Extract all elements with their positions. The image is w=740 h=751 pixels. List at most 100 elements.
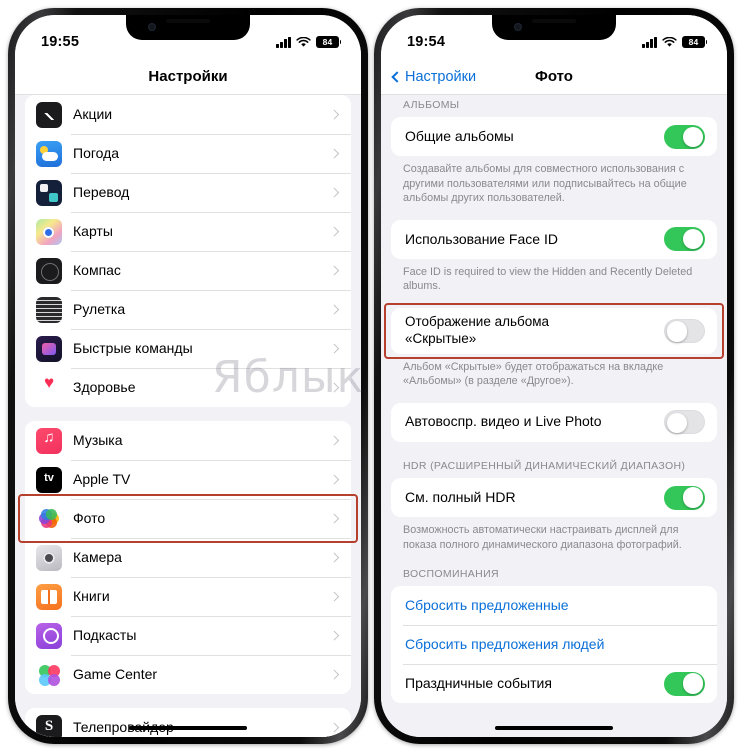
sidebar-item-label: Музыка [73, 431, 123, 448]
toggle-knob [666, 412, 688, 434]
sidebar-item-здоровье[interactable]: Здоровье [25, 368, 351, 407]
section-header: АЛЬБОМЫ [403, 99, 460, 111]
sidebar-item-погода[interactable]: Погода [25, 134, 351, 173]
left-nav-bar: Настройки [15, 59, 361, 95]
settings-row-сбросить-предложенные[interactable]: Сбросить предложенные [391, 586, 717, 626]
cellular-signal-icon [642, 36, 657, 48]
settings-row-label: Использование Face ID [405, 230, 558, 247]
sidebar-item-label: Подкасты [73, 626, 137, 643]
toggle-switch[interactable] [664, 410, 705, 435]
page-title: Фото [535, 68, 573, 85]
translate-app-icon [36, 179, 62, 206]
earpiece-speaker [166, 19, 210, 23]
settings-row-label: См. полный HDR [405, 488, 516, 505]
sidebar-item-акции[interactable]: Акции [25, 95, 351, 134]
chevron-right-icon [329, 148, 339, 159]
sidebar-item-камера[interactable]: Камера [25, 538, 351, 577]
sidebar-item-label: Фото [73, 509, 106, 526]
hidden-album-section: Отображение альбома «Скрытые» [391, 307, 717, 354]
hdr-section: См. полный HDR [391, 478, 717, 518]
sidebar-item-label: Рулетка [73, 300, 126, 317]
settings-row-праздничные-события[interactable]: Праздничные события [391, 664, 717, 704]
maps-app-icon [36, 218, 62, 245]
chevron-left-icon [391, 70, 403, 83]
right-status-time: 19:54 [407, 34, 446, 50]
sidebar-item-label: Камера [73, 548, 122, 565]
sidebar-item-label: Акции [73, 105, 113, 122]
chevron-right-icon [329, 435, 339, 446]
toggle-switch[interactable] [664, 227, 705, 252]
battery-icon: 84 [316, 36, 339, 48]
right-phone-frame: 19:54 84 Настройки Фото АЛЬБОМЫ Общие ал… [374, 8, 734, 744]
home-indicator[interactable] [495, 725, 613, 730]
earpiece-speaker [532, 19, 576, 23]
back-button[interactable]: Настройки [391, 68, 477, 85]
chevron-right-icon [329, 591, 339, 602]
sidebar-item-подкасты[interactable]: Подкасты [25, 616, 351, 655]
photos-settings-list[interactable]: АЛЬБОМЫ Общие альбомы Создавайте альбомы д… [381, 95, 727, 737]
sidebar-item-apple-tv[interactable]: Apple TV [25, 460, 351, 499]
chevron-right-icon [329, 382, 339, 393]
chevron-right-icon [329, 109, 339, 120]
cellular-signal-icon [276, 36, 291, 48]
memories-section: Сбросить предложенные Сбросить предложени… [391, 586, 717, 704]
autoplay-section: Автовоспр. видео и Live Photo [391, 402, 717, 442]
sidebar-item-перевод[interactable]: Перевод [25, 173, 351, 212]
sidebar-item-карты[interactable]: Карты [25, 212, 351, 251]
settings-row-сбросить-предложения-люд[interactable]: Сбросить предложения людей [391, 625, 717, 665]
chevron-right-icon [329, 552, 339, 563]
home-indicator[interactable] [129, 725, 247, 730]
sidebar-item-label: Карты [73, 222, 113, 239]
sidebar-item-телепровайдер[interactable]: Телепровайдер [25, 708, 351, 737]
sidebar-item-компас[interactable]: Компас [25, 251, 351, 290]
sidebar-item-книги[interactable]: Книги [25, 577, 351, 616]
settings-row-общие-альбомы[interactable]: Общие альбомы [391, 117, 717, 157]
sidebar-item-label: Перевод [73, 183, 130, 200]
settings-row-отображение-альбома-скр[interactable]: Отображение альбома «Скрытые» [391, 307, 717, 354]
settings-row-label: Общие альбомы [405, 128, 514, 145]
page-title: Настройки [148, 68, 228, 85]
settings-row-см-полный-hdr[interactable]: См. полный HDR [391, 478, 717, 518]
sidebar-item-рулетка[interactable]: Рулетка [25, 290, 351, 329]
wifi-icon [296, 36, 311, 47]
face-id-section: Использование Face ID [391, 219, 717, 259]
settings-row-автовоспр-видео-и-live-[interactable]: Автовоспр. видео и Live Photo [391, 402, 717, 442]
chevron-right-icon [329, 343, 339, 354]
chevron-right-icon [329, 304, 339, 315]
apple-tv-app-icon [36, 466, 62, 493]
sidebar-item-музыка[interactable]: Музыка [25, 421, 351, 460]
section-footer: Возможность автоматически настраивать ди… [403, 524, 682, 551]
toggle-switch[interactable] [664, 318, 705, 343]
toggle-knob [682, 487, 704, 508]
settings-row-использование-face-id[interactable]: Использование Face ID [391, 219, 717, 259]
sidebar-item-game-center[interactable]: Game Center [25, 655, 351, 694]
toggle-switch[interactable] [664, 124, 705, 149]
battery-icon: 84 [682, 36, 705, 48]
sidebar-item-label: Здоровье [73, 378, 136, 395]
health-app-icon [36, 374, 62, 401]
right-phone-screen: 19:54 84 Настройки Фото АЛЬБОМЫ Общие ал… [381, 15, 727, 737]
toggle-switch[interactable] [664, 671, 705, 696]
apps-group-2: Музыка Apple TV Фото Камера Книги Подкасты Gam… [25, 421, 351, 694]
measure-app-icon [36, 296, 62, 323]
left-settings-list[interactable]: Акции Погода Перевод Карты Компас Рулетка Быст… [15, 95, 361, 737]
weather-app-icon [36, 140, 62, 167]
sidebar-item-фото[interactable]: Фото [25, 499, 351, 538]
right-status-indicators: 84 [642, 36, 705, 48]
gamecenter-bubble [48, 673, 60, 686]
photos-petal [45, 509, 57, 521]
back-button-label: Настройки [405, 68, 477, 85]
sidebar-item-label: Apple TV [73, 470, 131, 487]
settings-row-label: Праздничные события [405, 675, 552, 692]
chevron-right-icon [329, 722, 339, 733]
chevron-right-icon [329, 474, 339, 485]
sidebar-item-label: Быстрые команды [73, 339, 193, 356]
screenshot-stage: 19:55 84 Настройки Акции Погода Перевод Кар… [0, 0, 740, 751]
albums-section: Общие альбомы [391, 117, 717, 157]
sidebar-item-быстрые-команды[interactable]: Быстрые команды [25, 329, 351, 368]
section-footer: Создавайте альбомы для совместного испол… [403, 163, 687, 205]
toggle-switch[interactable] [664, 485, 705, 510]
sidebar-item-label: Книги [73, 587, 110, 604]
books-app-icon [36, 583, 62, 610]
